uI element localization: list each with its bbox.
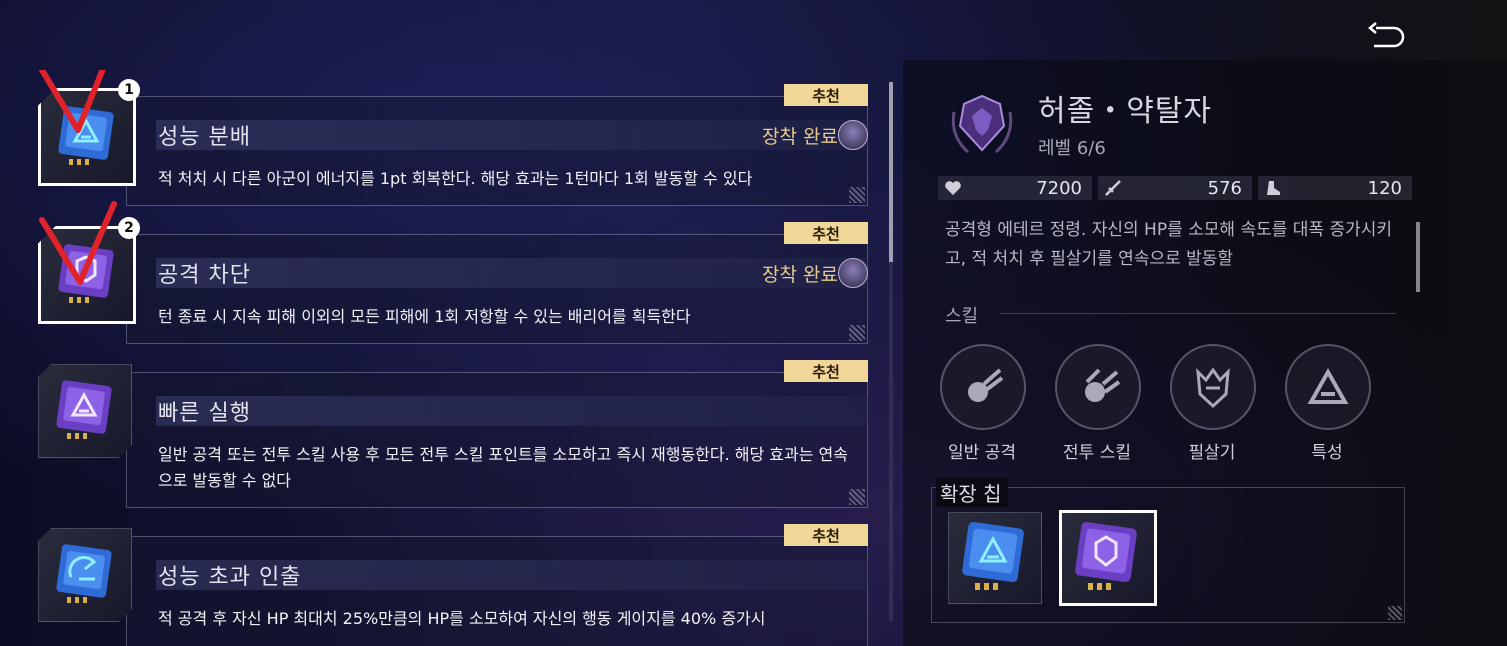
- stat-hp: 7200: [938, 176, 1092, 200]
- chip-card[interactable]: 추천 2 공격 차단 장착 완료 턴 종료 시 지속 피해 이외의 모든 피해에…: [28, 201, 868, 344]
- skill-label: 일반 공격: [948, 443, 1016, 463]
- triangle-trait-icon: [1307, 367, 1349, 404]
- chip-title: 빠른 실행: [158, 401, 251, 426]
- chip-description: 일반 공격 또는 전투 스킬 사용 후 모든 전투 스킬 포인트를 소모하고 즉…: [158, 445, 848, 490]
- arrow-chip-icon: [56, 544, 112, 603]
- equipped-label: 장착 완료: [762, 263, 838, 286]
- recommend-badge: 추천: [784, 360, 868, 382]
- recommend-badge: 추천: [784, 524, 868, 546]
- skill-icon-circle[interactable]: [1055, 344, 1141, 430]
- check-mark-annotation-icon: [39, 70, 106, 133]
- annotation-number: 1: [118, 79, 140, 101]
- skill-label: 전투 스킬: [1063, 443, 1131, 463]
- bio-scrollbar[interactable]: [1416, 222, 1420, 292]
- chip-card[interactable]: 추천 빠른 실행 일반 공격 또는 전투 스킬 사용 후 모든 전투 스킬 포인…: [28, 346, 868, 508]
- shield-chip-icon: [1075, 522, 1137, 590]
- character-avatar: [838, 120, 868, 150]
- stat-attack-value: 576: [1207, 177, 1242, 199]
- chip-title: 성능 초과 인출: [158, 565, 302, 590]
- chip-description: 적 처치 시 다른 아군이 에너지를 1pt 회복한다. 해당 효과는 1턴마다…: [158, 169, 753, 188]
- recommend-badge: 추천: [784, 222, 868, 244]
- check-mark-annotation-icon: [39, 201, 117, 285]
- chip-title: 공격 차단: [158, 263, 251, 288]
- heart-icon: [945, 181, 961, 195]
- character-emblem-icon: [951, 94, 1013, 154]
- section-divider: [1000, 313, 1396, 314]
- skill-icon-circle[interactable]: [1285, 344, 1371, 430]
- character-avatar: [838, 258, 868, 288]
- extension-chip-label: 확장 칩: [936, 478, 1008, 507]
- skill-label: 필살기: [1188, 443, 1236, 463]
- skill-battle-skill[interactable]: 전투 스킬: [1055, 344, 1141, 463]
- skill-basic-attack[interactable]: 일반 공격: [940, 344, 1026, 463]
- comet-icon: [968, 368, 1004, 402]
- list-scrollbar[interactable]: [889, 82, 893, 622]
- chip-description: 턴 종료 시 지속 피해 이외의 모든 피해에 1회 저항할 수 있는 배리어를…: [158, 307, 691, 326]
- chip-title-bar: 빠른 실행: [156, 396, 868, 426]
- chip-icon-box[interactable]: [38, 528, 132, 622]
- skill-ultimate[interactable]: 필살기: [1170, 344, 1256, 463]
- stat-attack: 576: [1098, 176, 1252, 200]
- recommend-badge: 추천: [784, 84, 868, 106]
- boot-icon: [1267, 181, 1280, 195]
- skill-icon-circle[interactable]: [1170, 344, 1256, 430]
- chip-card[interactable]: 추천 1 성능 분배 장착 완료 적 처치 시 다른 아군이 에너지를 1pt …: [28, 70, 868, 206]
- skills-section-label: 스킬: [945, 306, 979, 327]
- chip-description: 적 공격 후 자신 HP 최대치 25%만큼의 HP를 소모하여 자신의 행동 …: [158, 609, 766, 628]
- extension-chip-slot-1[interactable]: [948, 512, 1042, 604]
- chip-icon-box[interactable]: [38, 364, 132, 458]
- chip-title-bar: 공격 차단 장착 완료: [156, 258, 868, 288]
- skill-label: 특성: [1311, 443, 1343, 463]
- stat-speed: 120: [1258, 176, 1412, 200]
- skill-icon-circle[interactable]: [940, 344, 1026, 430]
- skill-trait[interactable]: 특성: [1285, 344, 1371, 463]
- chip-title-bar: 성능 초과 인출: [156, 560, 868, 590]
- chip-card[interactable]: 추천 성능 초과 인출 적 공격 후 자신 HP 최대치 25%만큼의 HP를 …: [28, 510, 868, 646]
- character-bio[interactable]: 공격형 에테르 정령. 자신의 HP를 소모해 속도를 대폭 증가시키고, 적 …: [945, 216, 1405, 286]
- double-comet-icon: [1085, 368, 1121, 402]
- sword-icon: [1105, 180, 1121, 196]
- stats-row: 7200 576 120: [938, 176, 1412, 200]
- crest-icon: [1196, 367, 1230, 409]
- scrollbar-thumb[interactable]: [889, 82, 893, 262]
- back-button[interactable]: [1366, 22, 1406, 54]
- annotation-number: 2: [118, 217, 140, 239]
- triangle-chip-icon: [56, 380, 112, 439]
- character-name: 허졸・약탈자: [1038, 94, 1212, 129]
- character-level: 레벨 6/6: [1038, 138, 1106, 159]
- return-arrow-icon: [1368, 22, 1405, 48]
- chip-title: 성능 분배: [158, 125, 251, 150]
- chip-list[interactable]: 추천 1 성능 분배 장착 완료 적 처치 시 다른 아군이 에너지를 1pt …: [28, 70, 868, 646]
- triangle-chip-icon: [962, 522, 1024, 590]
- equipped-label: 장착 완료: [762, 125, 838, 148]
- chip-title-bar: 성능 분배 장착 완료: [156, 120, 868, 150]
- stat-speed-value: 120: [1367, 177, 1402, 199]
- stat-hp-value: 7200: [1036, 177, 1082, 199]
- extension-chip-slot-2[interactable]: [1059, 510, 1157, 606]
